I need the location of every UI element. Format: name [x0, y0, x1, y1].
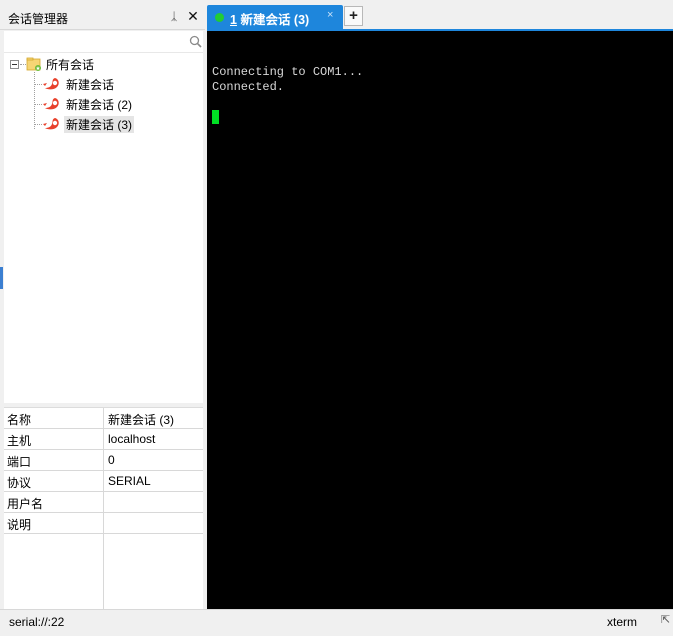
tree-root-label[interactable]: 所有会话 — [46, 56, 94, 73]
collapse-toggle[interactable] — [10, 60, 19, 69]
property-value: SERIAL — [108, 474, 151, 488]
tree-item-session-1[interactable]: 新建会话 — [42, 74, 142, 93]
terminal-line: Connected. — [212, 80, 285, 94]
property-key: 说明 — [7, 518, 32, 532]
status-bar: serial://:22 xterm ⇱ — [0, 609, 673, 636]
tree-connector — [34, 124, 42, 125]
new-tab-button[interactable]: + — [344, 6, 363, 26]
session-icon — [43, 78, 59, 90]
session-icon — [43, 118, 59, 130]
tab-session-3[interactable]: 1 新建会话 (3) × — [207, 5, 343, 30]
property-value: 新建会话 (3) — [108, 413, 175, 427]
connected-status-icon — [215, 13, 224, 22]
tree-connector — [34, 72, 35, 129]
session-tabbar: 1 新建会话 (3) × + — [207, 0, 673, 30]
tab-title: 1 新建会话 (3) — [230, 9, 309, 28]
property-row[interactable]: 用户名 — [4, 492, 203, 513]
background-window-edge — [0, 267, 3, 289]
session-manager-panel: 会话管理器 ᛣ ✕ 所有会话 新建会话 新建会话 (2) 新建会话 (3) 名称… — [0, 0, 205, 610]
session-properties: 名称 新建会话 (3) 主机 localhost 端口 0 协议 SERIAL … — [4, 407, 203, 610]
property-key: 名称 — [7, 413, 32, 427]
resize-icon[interactable]: ⇱ — [661, 613, 670, 626]
tree-item-session-2[interactable]: 新建会话 (2) — [42, 94, 142, 113]
tree-item-session-3[interactable]: 新建会话 (3) — [42, 114, 142, 133]
terminal-cursor — [212, 110, 219, 124]
tab-label: 新建会话 (3) — [240, 13, 310, 27]
property-row[interactable]: 名称 新建会话 (3) — [4, 408, 203, 429]
pin-icon[interactable]: ᛣ — [166, 9, 182, 25]
connection-string: serial://:22 — [9, 615, 65, 629]
property-value: localhost — [108, 432, 156, 446]
tab-close-icon[interactable]: × — [327, 9, 333, 21]
session-icon — [43, 98, 59, 110]
property-row[interactable]: 端口 0 — [4, 450, 203, 471]
property-key: 用户名 — [7, 497, 44, 511]
tree-connector — [34, 104, 42, 105]
property-row[interactable]: 协议 SERIAL — [4, 471, 203, 492]
session-search — [4, 31, 203, 53]
tree-item-label: 新建会话 (3) — [64, 116, 135, 133]
close-icon[interactable]: ✕ — [185, 8, 201, 24]
session-search-input[interactable] — [4, 31, 184, 52]
property-key: 主机 — [7, 434, 32, 448]
tree-connector — [34, 84, 42, 85]
search-icon[interactable] — [189, 35, 202, 48]
tree-item-label: 新建会话 — [66, 78, 115, 92]
terminal-view[interactable]: Connecting to COM1... Connected. — [207, 31, 673, 609]
terminal-line: Connecting to COM1... — [212, 65, 364, 79]
terminal-type[interactable]: xterm — [607, 615, 637, 629]
property-key: 端口 — [7, 455, 32, 469]
session-tree: 所有会话 新建会话 新建会话 (2) 新建会话 (3) — [4, 53, 203, 403]
session-manager-title: 会话管理器 — [8, 12, 69, 26]
session-manager-titlebar: 会话管理器 ᛣ ✕ — [0, 4, 205, 30]
property-row[interactable]: 说明 — [4, 513, 203, 534]
folder-icon — [26, 57, 41, 71]
tree-item-label: 新建会话 (2) — [66, 98, 133, 112]
tab-number: 1 — [230, 13, 237, 27]
property-key: 协议 — [7, 476, 32, 490]
property-value: 0 — [108, 453, 115, 467]
property-row[interactable]: 主机 localhost — [4, 429, 203, 450]
